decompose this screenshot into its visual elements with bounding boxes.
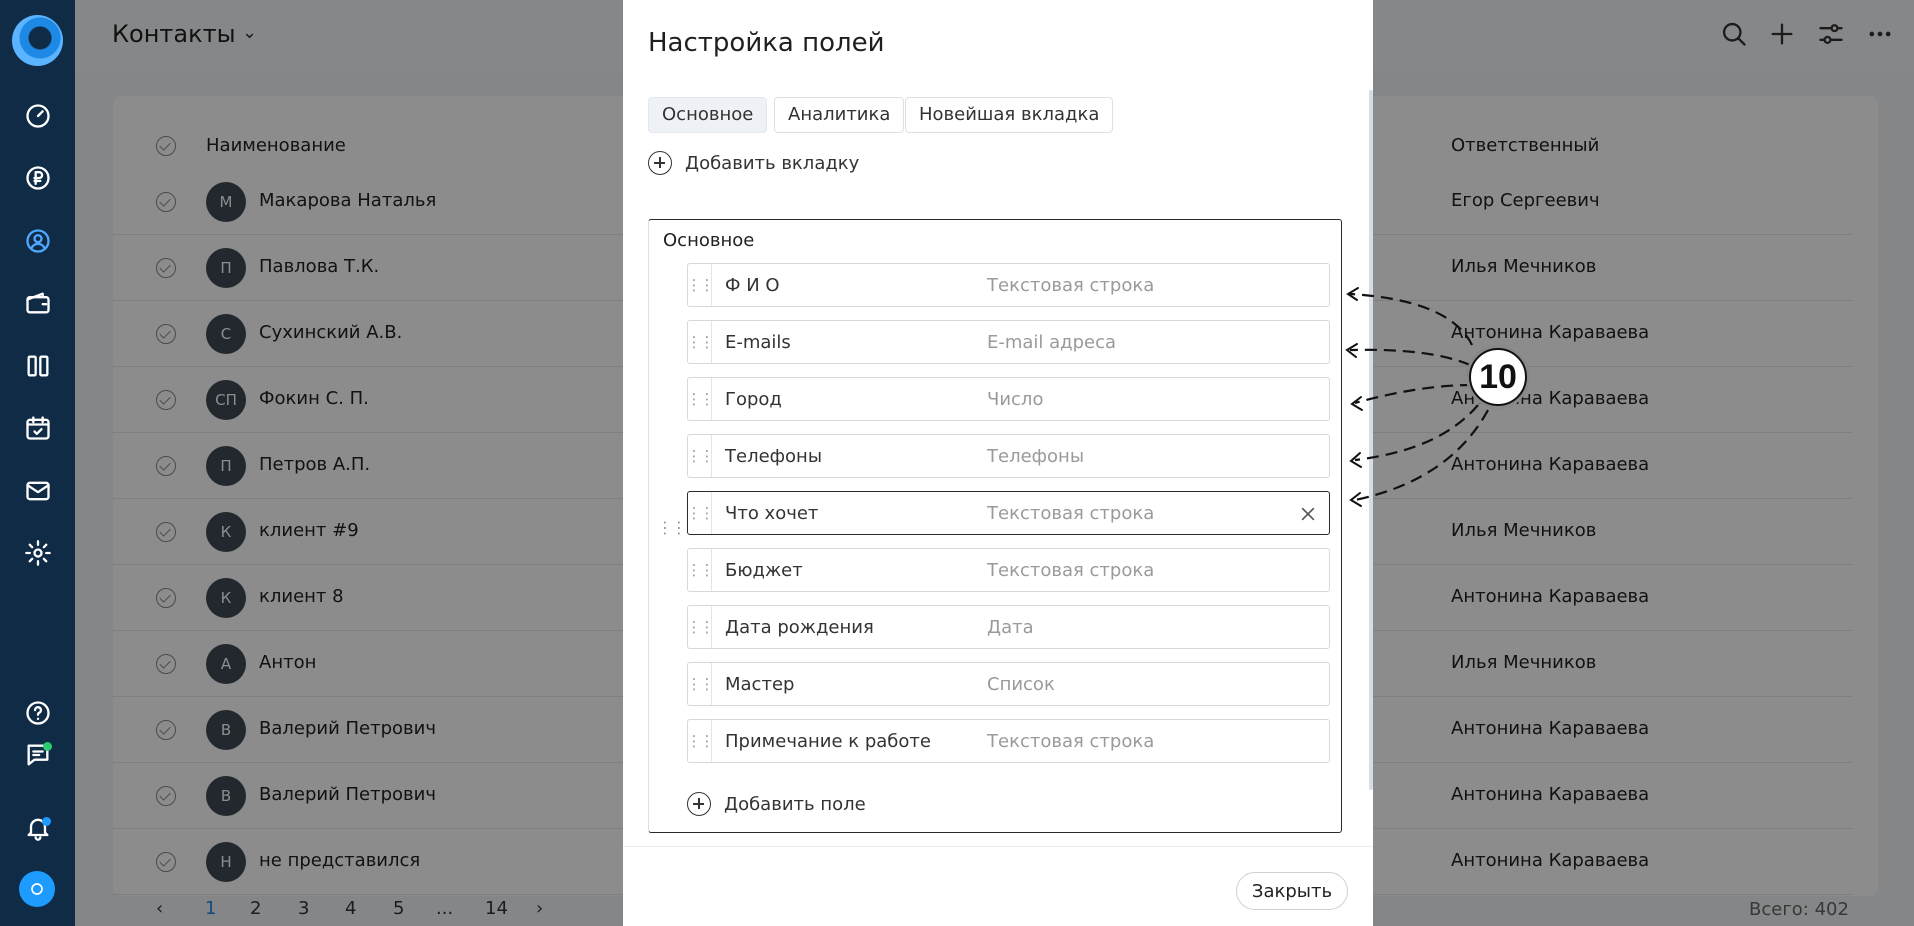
drag-handle-icon[interactable]: ⋮⋮ — [687, 264, 715, 306]
field-type: E-mail адреса — [987, 332, 1117, 353]
field-name: Телефоны — [725, 446, 823, 467]
field-type: Телефоны — [987, 446, 1085, 467]
field-row[interactable]: ⋮⋮ Бюджет Текстовая строка — [687, 548, 1330, 592]
field-row-selected[interactable]: ⋮⋮ Что хочет Текстовая строка — [687, 491, 1330, 535]
field-name: Что хочет — [725, 503, 819, 524]
field-name: Примечание к работе — [725, 731, 931, 752]
field-type: Дата — [987, 617, 1034, 638]
contacts-user-icon[interactable] — [24, 227, 52, 255]
support-button-icon[interactable] — [19, 871, 55, 907]
field-type: Текстовая строка — [987, 275, 1155, 296]
field-row[interactable]: ⋮⋮ Город Число — [687, 377, 1330, 421]
field-row[interactable]: ⋮⋮ Примечание к работе Текстовая строка — [687, 719, 1330, 763]
kanban-columns-icon[interactable] — [24, 352, 52, 380]
drag-handle-icon[interactable]: ⋮⋮ — [687, 492, 715, 534]
drag-handle-icon[interactable]: ⋮⋮ — [687, 435, 715, 477]
annotation-badge: 10 — [1469, 348, 1527, 406]
wallet-icon[interactable] — [24, 289, 52, 317]
field-name: Город — [725, 389, 782, 410]
field-name: Дата рождения — [725, 617, 874, 638]
add-tab-label: Добавить вкладку — [685, 152, 860, 174]
add-field-button[interactable]: Добавить поле — [687, 792, 866, 816]
field-type: Текстовая строка — [987, 560, 1155, 581]
tab-osnovnoe[interactable]: Основное — [648, 97, 768, 133]
modal-footer-divider — [623, 846, 1373, 847]
field-name: Бюджет — [725, 560, 803, 581]
field-row[interactable]: ⋮⋮ Ф И О Текстовая строка — [687, 263, 1330, 307]
field-row[interactable]: ⋮⋮ Телефоны Телефоны — [687, 434, 1330, 478]
mail-icon[interactable] — [24, 477, 52, 505]
close-button[interactable]: Закрыть — [1236, 872, 1348, 910]
drag-handle-icon[interactable]: ⋮⋮ — [657, 518, 687, 537]
chat-notification-dot — [43, 742, 52, 751]
help-icon[interactable] — [24, 699, 52, 727]
field-type: Число — [987, 389, 1044, 410]
logo-icon[interactable] — [12, 15, 63, 66]
tab-analitika[interactable]: Аналитика — [774, 97, 905, 133]
field-type: Текстовая строка — [987, 731, 1155, 752]
field-row[interactable]: ⋮⋮ Мастер Список — [687, 662, 1330, 706]
field-row[interactable]: ⋮⋮ E-mails E-mail адреса — [687, 320, 1330, 364]
close-icon[interactable] — [1298, 504, 1318, 524]
plus-circle-icon — [648, 151, 672, 175]
ruble-icon[interactable] — [24, 164, 52, 192]
gear-icon[interactable] — [24, 539, 52, 567]
drag-handle-icon[interactable]: ⋮⋮ — [687, 549, 715, 591]
field-type: Список — [987, 674, 1055, 695]
drag-handle-icon[interactable]: ⋮⋮ — [687, 720, 715, 762]
add-field-label: Добавить поле — [724, 793, 866, 815]
tab-newest[interactable]: Новейшая вкладка — [905, 97, 1114, 133]
field-name: Ф И О — [725, 275, 780, 296]
drag-handle-icon[interactable]: ⋮⋮ — [687, 606, 715, 648]
field-name: Мастер — [725, 674, 795, 695]
drag-handle-icon[interactable]: ⋮⋮ — [687, 321, 715, 363]
field-type: Текстовая строка — [987, 503, 1155, 524]
field-name: E-mails — [725, 332, 791, 353]
dashboard-gauge-icon[interactable] — [24, 102, 52, 130]
section-title: Основное — [663, 230, 755, 251]
modal-title: Настройка полей — [648, 28, 885, 58]
plus-circle-icon — [687, 792, 711, 816]
bell-notification-dot — [42, 817, 51, 826]
section-divider — [648, 220, 649, 832]
calendar-check-icon[interactable] — [24, 414, 52, 442]
add-tab-button[interactable]: Добавить вкладку — [648, 151, 859, 175]
field-row[interactable]: ⋮⋮ Дата рождения Дата — [687, 605, 1330, 649]
sidebar — [0, 0, 75, 926]
drag-handle-icon[interactable]: ⋮⋮ — [687, 663, 715, 705]
drag-handle-icon[interactable]: ⋮⋮ — [687, 378, 715, 420]
